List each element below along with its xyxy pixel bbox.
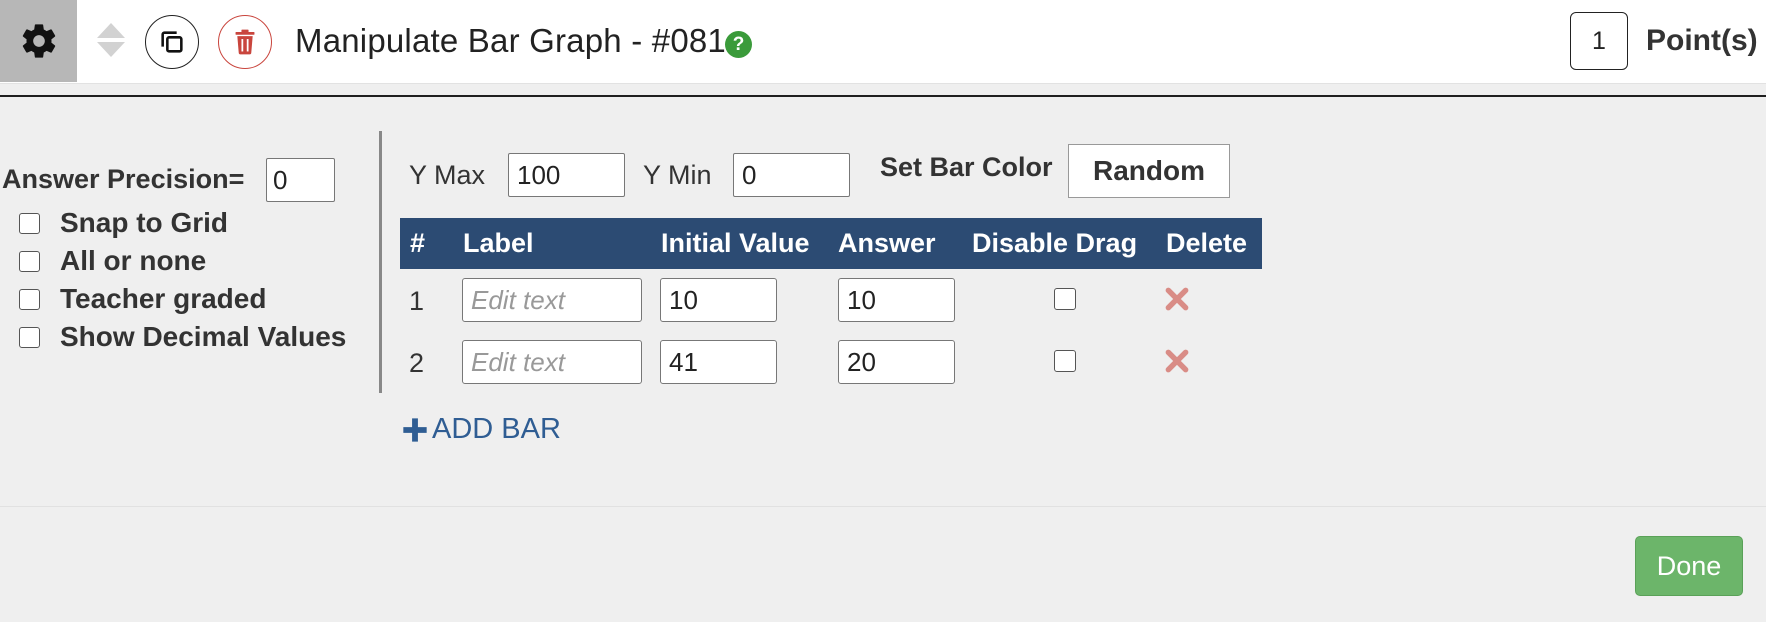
teacher-graded-label: Teacher graded — [60, 283, 267, 314]
footer-divider — [0, 506, 1766, 507]
bar-label-input[interactable] — [462, 278, 642, 322]
all-or-none-checkbox[interactable] — [19, 250, 40, 272]
settings-button[interactable] — [0, 0, 77, 82]
points-input[interactable]: 1 — [1570, 12, 1628, 70]
page-title: Manipulate Bar Graph - #081 — [295, 22, 726, 59]
disable-drag-checkbox[interactable] — [1054, 350, 1076, 372]
row-number: 1 — [409, 286, 425, 316]
teacher-graded-checkbox[interactable] — [19, 288, 40, 310]
snap-to-grid-checkbox[interactable] — [19, 212, 40, 234]
sort-arrows-icon — [97, 23, 125, 38]
close-icon[interactable] — [1164, 286, 1190, 312]
chevron-down-icon — [97, 42, 125, 57]
y-min-input[interactable] — [733, 153, 850, 197]
gear-icon — [22, 24, 55, 58]
add-bar-button[interactable]: ADD BAR — [401, 413, 561, 446]
show-decimal-values-checkbox[interactable] — [19, 326, 40, 348]
answer-precision-input[interactable] — [266, 158, 335, 202]
points-label: Point(s) — [1646, 24, 1758, 57]
show-decimal-values-option[interactable]: Show Decimal Values — [19, 321, 346, 353]
initial-value-input[interactable] — [660, 278, 777, 322]
panel-divider — [379, 131, 382, 393]
y-max-input[interactable] — [508, 153, 625, 197]
answer-input[interactable] — [838, 278, 955, 322]
all-or-none-label: All or none — [60, 245, 207, 276]
show-decimal-values-label: Show Decimal Values — [60, 321, 347, 352]
row-number: 2 — [409, 348, 425, 378]
answer-precision-label: Answer Precision= — [2, 164, 245, 194]
close-icon[interactable] — [1164, 348, 1190, 374]
add-bar-label: ADD BAR — [432, 413, 561, 445]
reorder-button[interactable] — [96, 20, 126, 60]
help-icon[interactable]: ? — [725, 31, 752, 58]
header-divider — [0, 95, 1766, 97]
trash-icon — [235, 29, 255, 55]
delete-question-button[interactable] — [218, 15, 272, 69]
bar-table-header: # Label Initial Value Answer Disable Dra… — [400, 218, 1262, 269]
done-button[interactable]: Done — [1635, 536, 1743, 596]
set-bar-color-label: Set Bar Color — [880, 152, 1053, 182]
snap-to-grid-label: Snap to Grid — [60, 207, 228, 238]
initial-value-input[interactable] — [660, 340, 777, 384]
plus-icon — [403, 417, 427, 442]
column-header-delete: Delete — [1166, 228, 1248, 258]
disable-drag-checkbox[interactable] — [1054, 288, 1076, 310]
bar-label-input[interactable] — [462, 340, 642, 384]
column-header-initial-value: Initial Value — [661, 228, 810, 258]
all-or-none-option[interactable]: All or none — [19, 245, 206, 277]
answer-input[interactable] — [838, 340, 955, 384]
duplicate-button[interactable] — [145, 15, 199, 69]
copy-icon — [161, 31, 183, 53]
column-header-answer: Answer — [838, 228, 936, 258]
y-min-label: Y Min — [643, 160, 712, 190]
question-header: Manipulate Bar Graph - #081 ? 1 Point(s) — [0, 0, 1766, 84]
column-header-label: Label — [463, 228, 534, 258]
column-header-number: # — [410, 228, 426, 258]
teacher-graded-option[interactable]: Teacher graded — [19, 283, 266, 315]
column-header-disable-drag: Disable Drag — [972, 228, 1138, 258]
y-max-label: Y Max — [409, 160, 486, 190]
snap-to-grid-option[interactable]: Snap to Grid — [19, 207, 228, 239]
random-color-button[interactable]: Random — [1068, 144, 1230, 198]
